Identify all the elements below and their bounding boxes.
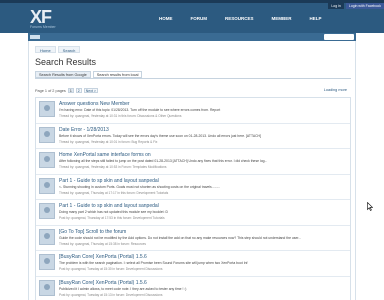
logo-text: XF (30, 7, 52, 27)
search-result: [Go To Top] Scroll to the forum Guide th… (36, 226, 350, 251)
site-logo[interactable]: XF Forums Member (30, 7, 90, 29)
nav-forum[interactable]: FORUM (182, 15, 217, 23)
search-result: Part 1 - Guide to sp skin and layout san… (36, 175, 350, 200)
avatar[interactable] (39, 203, 55, 219)
main-nav: HOME FORUM RESOURCES MEMBER HELP (150, 15, 331, 23)
search-result: Home XenPortal same interface forms on A… (36, 149, 350, 175)
avatar[interactable] (39, 279, 55, 296)
search-result: Answer questions New Member I'm having e… (36, 98, 350, 124)
page-2-link[interactable]: 2 (75, 88, 82, 93)
result-meta: Thread by: quangmai, Yesterday at 10:31 … (59, 114, 182, 118)
search-result: Date Error - 1/28/2013 Before it shows o… (36, 124, 350, 149)
load-more-link[interactable]: Loading more (324, 88, 347, 92)
login-strip: Log in Login with Facebook (328, 3, 384, 9)
result-title[interactable]: [BusyRan Core] XenPorta (Portal) 1.5.6 (59, 254, 147, 260)
tab-google-results[interactable]: Search Results from Google (35, 71, 91, 78)
nav-resources[interactable]: RESOURCES (216, 15, 263, 23)
result-meta: Thread by: quangmai, Yesterday at 10:01 … (59, 139, 158, 144)
result-snippet: Doing many part 2 which has not updated … (59, 210, 168, 214)
avatar[interactable] (39, 254, 55, 270)
tab-local-results[interactable]: Search results from local (92, 71, 143, 78)
avatar[interactable] (39, 101, 55, 117)
page-title: Search Results (35, 57, 97, 67)
breadcrumb-search[interactable]: Search (57, 46, 81, 53)
search-results-list: Answer questions New Member I'm having e… (35, 97, 351, 300)
result-title[interactable]: [Go To Top] Scroll to the forum (59, 229, 126, 235)
result-snippet: I'm having error. Date of this topic: 01… (59, 108, 221, 112)
login-link[interactable]: Log in (328, 3, 344, 9)
result-title[interactable]: [BusyRan Core] XenPorta (Portal) 1.5.6 (59, 280, 147, 286)
result-tabs: Search Results from Google Search result… (35, 71, 143, 78)
result-snippet: Guide the code should not be modified by… (59, 235, 302, 240)
result-title[interactable]: Part 1 - Guide to sp skin and layout san… (59, 203, 159, 209)
page-1-link[interactable]: 1 (67, 88, 74, 93)
result-title[interactable]: Answer questions New Member (59, 101, 130, 107)
result-meta: Thread by: quangmai, Thursday at 17:17 i… (59, 190, 169, 195)
avatar[interactable] (39, 177, 55, 194)
result-meta: Thread by: quangmai, Yesterday at 10:53 … (59, 165, 167, 169)
nav-home[interactable]: HOME (150, 15, 182, 23)
result-title[interactable]: Part 1 - Guide to sp skin and layout san… (59, 178, 159, 184)
result-title[interactable]: Home XenPortal same interface forms on (59, 152, 151, 158)
search-result: [BusyRan Core] XenPorta (Portal) 1.5.6 P… (36, 277, 350, 300)
pagination: Page 1 of 2 pages 1 2 Next > (35, 88, 98, 93)
nav-help[interactable]: HELP (301, 15, 331, 23)
site-header: XF Forums Member Log in Login with Faceb… (0, 3, 384, 33)
search-box[interactable] (324, 34, 354, 40)
breadcrumb-home[interactable]: Home (35, 46, 56, 53)
result-meta: Post by: quangmai, Tuesday at 15:13 in f… (59, 292, 163, 297)
result-meta: Thread by: quangmai, Thursday at 15:38 i… (59, 241, 146, 246)
avatar[interactable] (39, 228, 55, 245)
result-title[interactable]: Date Error - 1/28/2013 (59, 127, 109, 133)
page-content: Home Search Search Results Search Result… (28, 41, 356, 300)
search-result: [BusyRan Core] XenPorta (Portal) 1.5.6 T… (36, 251, 350, 277)
nav-member[interactable]: MEMBER (263, 15, 301, 23)
avatar[interactable] (39, 152, 55, 168)
result-snippet: Publicized it I admin allows, to meet co… (59, 286, 187, 291)
breadcrumb: Home Search (35, 46, 81, 53)
facebook-login-link[interactable]: Login with Facebook (345, 3, 384, 9)
subnav-link[interactable] (30, 35, 40, 39)
mouse-cursor-icon (367, 202, 373, 211)
tabs-divider (35, 78, 351, 79)
sub-nav-bar (28, 33, 356, 41)
result-snippet: The problem is with the search paginatio… (59, 261, 248, 265)
pager-label: Page 1 of 2 pages (35, 88, 66, 93)
result-snippet: <- Stunning shooting in custom Ports. Go… (59, 184, 221, 189)
avatar[interactable] (39, 126, 55, 143)
next-page-link[interactable]: Next > (83, 88, 98, 93)
search-result: Part 1 - Guide to sp skin and layout san… (36, 200, 350, 226)
result-meta: Post by: quangmai, Thursday at 17:53 in … (59, 216, 165, 220)
result-meta: Post by: quangmai, Tuesday at 15:30 in f… (59, 267, 163, 271)
result-snippet: Before it shows of XenPorta errors. Toda… (59, 133, 261, 138)
result-snippet: After following all the steps still fail… (59, 159, 268, 163)
logo-subtitle: Forums Member (30, 25, 56, 29)
